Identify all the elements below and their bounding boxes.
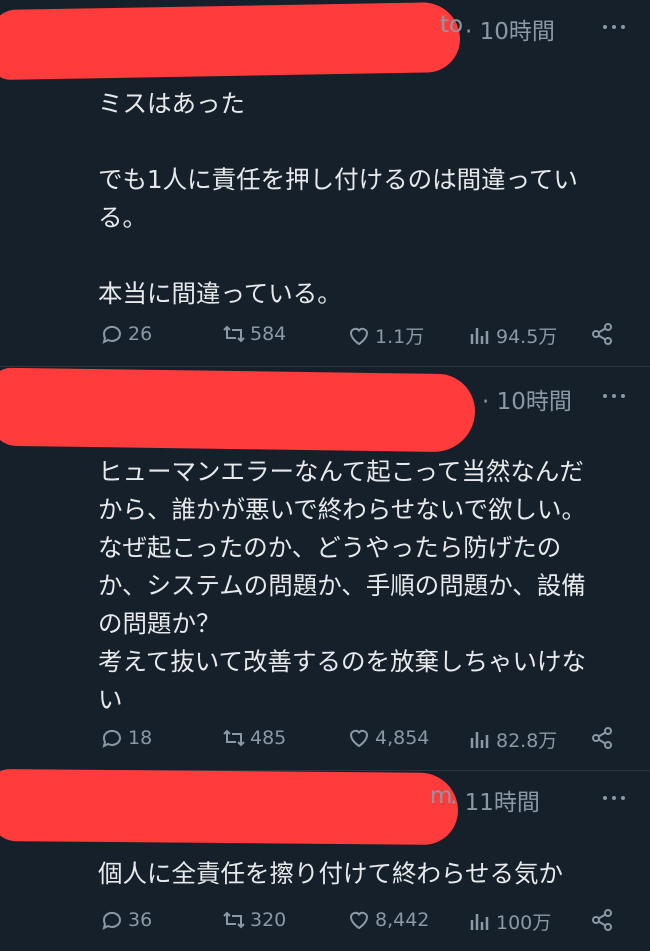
redaction-mark — [0, 367, 476, 453]
redaction-mark — [0, 768, 459, 846]
views-button[interactable]: 100万 — [468, 908, 551, 935]
retweet-button[interactable]: 320 — [222, 908, 286, 932]
like-button[interactable]: 4,854 — [347, 726, 429, 750]
more-options-icon[interactable] — [603, 25, 629, 35]
share-button[interactable] — [590, 908, 618, 932]
retweet-count: 320 — [250, 909, 287, 931]
view-count: 94.5万 — [496, 326, 558, 348]
tweet-actions: 36 320 8,442 100万 — [100, 908, 625, 938]
like-count: 1.1万 — [375, 326, 425, 348]
tweet-body: 個人に全責任を擦り付けて終わらせる気か — [98, 859, 564, 888]
heart-icon — [349, 729, 369, 748]
share-button[interactable] — [590, 322, 618, 346]
reply-count: 18 — [128, 727, 153, 749]
tweet-2[interactable]: · 10時間 ヒューマンエラーなんて起こって当然なんだ から、誰かが悪いで終わら… — [0, 367, 650, 769]
heart-icon — [349, 327, 369, 345]
like-count: 4,854 — [375, 727, 430, 749]
retweet-count: 485 — [250, 727, 287, 749]
reply-button[interactable]: 26 — [100, 322, 152, 346]
handle-fragment: to — [440, 12, 464, 38]
view-count: 100万 — [496, 912, 552, 934]
heart-icon — [349, 911, 369, 930]
views-icon — [470, 731, 489, 748]
reply-icon — [102, 729, 121, 748]
retweet-button[interactable]: 584 — [222, 322, 286, 346]
retweet-count: 584 — [250, 323, 287, 345]
like-button[interactable]: 1.1万 — [347, 322, 424, 349]
reply-icon — [102, 911, 121, 930]
view-count: 82.8万 — [496, 730, 558, 752]
retweet-icon — [223, 325, 245, 343]
views-icon — [470, 327, 489, 344]
reply-icon — [102, 325, 121, 344]
tweet-body: ヒューマンエラーなんて起こって当然なんだ から、誰かが悪いで終わらせないで欲しい… — [98, 457, 587, 714]
tweet-time[interactable]: · 11時間 — [450, 783, 540, 817]
share-icon — [592, 727, 612, 749]
tweet-body: ミスはあった でも1人に責任を押し付けるのは間違ってい る。 本当に間違っている… — [98, 89, 578, 308]
views-button[interactable]: 82.8万 — [468, 726, 557, 753]
reply-count: 36 — [128, 909, 153, 931]
reply-button[interactable]: 36 — [100, 908, 152, 932]
share-icon — [592, 323, 612, 345]
retweet-button[interactable]: 485 — [222, 726, 286, 750]
views-icon — [470, 913, 489, 930]
redaction-mark — [0, 1, 461, 81]
like-count: 8,442 — [375, 909, 430, 931]
more-options-icon[interactable] — [603, 796, 629, 806]
share-icon — [592, 909, 612, 931]
retweet-icon — [223, 729, 245, 747]
more-options-icon[interactable] — [603, 394, 629, 404]
share-button[interactable] — [590, 726, 618, 750]
views-button[interactable]: 94.5万 — [468, 322, 557, 349]
reply-count: 26 — [128, 323, 153, 345]
reply-button[interactable]: 18 — [100, 726, 152, 750]
tweet-time[interactable]: · 10時間 — [482, 382, 572, 416]
like-button[interactable]: 8,442 — [347, 908, 429, 932]
tweet-actions: 26 584 1.1万 94.5万 — [100, 322, 625, 352]
tweet-1[interactable]: to · 10時間 ミスはあった でも1人に責任を押し付けるのは間違ってい る。… — [0, 0, 650, 365]
tweet-3[interactable]: m · 11時間 個人に全責任を擦り付けて終わらせる気か 36 320 8,44… — [0, 768, 650, 951]
retweet-icon — [223, 911, 245, 929]
tweet-time[interactable]: · 10時間 — [465, 12, 555, 46]
tweet-actions: 18 485 4,854 82.8万 — [100, 726, 625, 756]
